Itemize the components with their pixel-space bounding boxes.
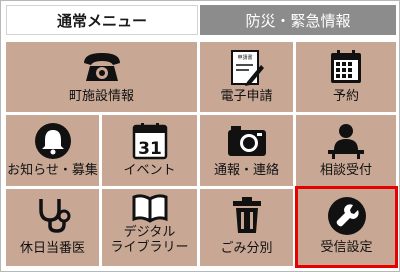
tab-disaster-info-label: 防災・緊急情報 (245, 11, 351, 30)
tile-notices[interactable]: お知らせ・募集 (6, 115, 99, 186)
calendar-grid-icon (331, 50, 361, 83)
telephone-icon (83, 53, 120, 81)
tile-report-label: 通報・連絡 (213, 163, 279, 178)
tile-holiday-doctor-label: 休日当番医 (19, 241, 85, 256)
calendar-day-icon: 31 (132, 123, 167, 160)
stethoscope-icon (38, 199, 70, 233)
tab-normal-menu-label: 通常メニュー (56, 11, 147, 30)
tile-e-application[interactable]: 申請書 電子申請 (200, 42, 293, 112)
document-icon-text: 申請書 (237, 54, 252, 61)
tile-facility-info[interactable]: 町施設情報 (6, 42, 197, 112)
app-frame: 通常メニュー 防災・緊急情報 町施設情報 申請書 電子申請 予約 お知らせ・募集… (0, 0, 400, 272)
person-desk-icon (328, 124, 364, 159)
tile-reservation-label: 予約 (332, 89, 359, 104)
trash-bin-icon (232, 197, 261, 233)
open-book-icon (132, 194, 167, 223)
tile-digital-library-label-line2: ライブラリー (110, 240, 189, 255)
tile-consultation[interactable]: 相談受付 (296, 115, 396, 186)
tile-event-label: イベント (123, 163, 176, 178)
calendar-day-number: 31 (138, 139, 162, 159)
tile-garbage-label: ごみ分別 (220, 241, 273, 256)
tile-digital-library-label: デジタル ライブラリー (102, 225, 197, 255)
bell-icon (34, 123, 71, 159)
tile-e-application-label: 電子申請 (220, 89, 273, 104)
tile-notices-label: お知らせ・募集 (7, 163, 98, 178)
tile-digital-library-label-line1: デジタル (123, 225, 176, 240)
tile-holiday-doctor[interactable]: 休日当番医 (6, 189, 99, 266)
tab-normal-menu[interactable]: 通常メニュー (6, 5, 198, 35)
tab-disaster-info[interactable]: 防災・緊急情報 (200, 5, 396, 35)
tile-event[interactable]: 31 イベント (102, 115, 197, 186)
selection-highlight (295, 186, 398, 268)
tile-reservation[interactable]: 予約 (296, 42, 396, 112)
tile-consultation-label: 相談受付 (319, 163, 372, 178)
tile-facility-label: 町施設情報 (68, 89, 134, 104)
tile-report[interactable]: 通報・連絡 (200, 115, 293, 186)
camera-icon (227, 126, 266, 156)
tile-garbage[interactable]: ごみ分別 (200, 189, 293, 266)
tile-digital-library[interactable]: デジタル ライブラリー (102, 189, 197, 266)
document-pen-icon: 申請書 (230, 50, 264, 86)
